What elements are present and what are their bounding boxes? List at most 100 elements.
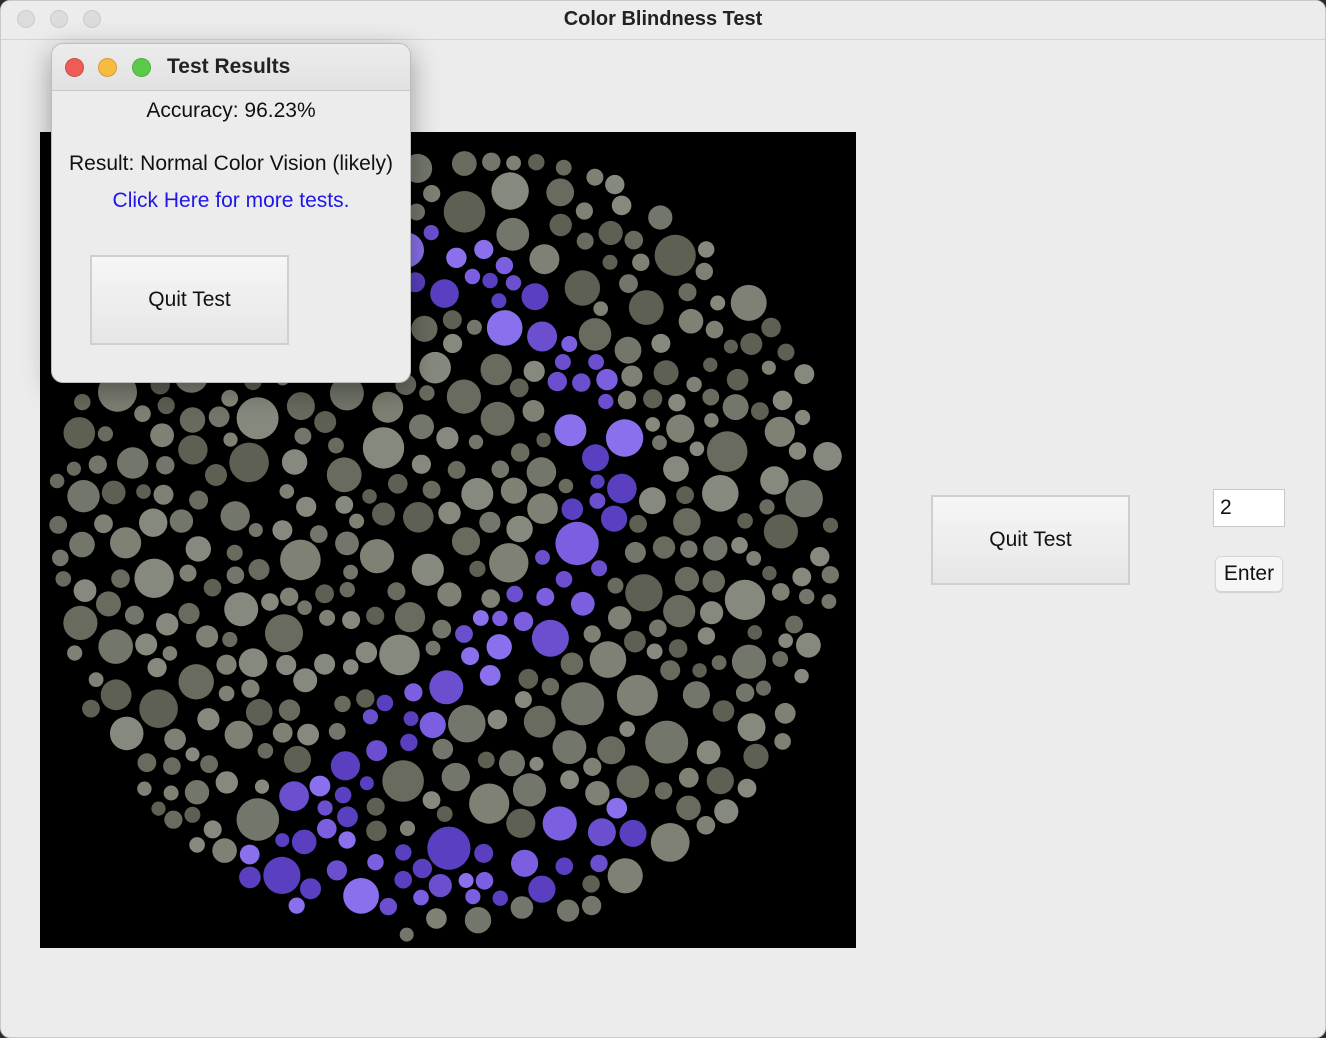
background-dot xyxy=(514,691,532,709)
figure-dot xyxy=(535,550,550,565)
background-dot xyxy=(673,508,701,536)
background-dot xyxy=(74,393,91,411)
background-dot xyxy=(714,799,739,824)
background-dot xyxy=(529,756,544,771)
enter-button[interactable]: Enter xyxy=(1215,556,1283,592)
figure-dot xyxy=(458,873,474,888)
background-dot xyxy=(629,515,647,533)
background-dot xyxy=(536,432,551,448)
background-dot xyxy=(496,217,530,251)
figure-dot xyxy=(263,856,301,895)
background-dot xyxy=(668,639,688,658)
background-dot xyxy=(135,633,158,656)
answer-input[interactable]: 2 xyxy=(1213,489,1285,527)
background-dot xyxy=(652,435,667,451)
background-dot xyxy=(281,449,308,475)
figure-dot xyxy=(300,878,321,900)
figure-dot xyxy=(479,665,501,686)
background-dot xyxy=(319,609,336,626)
background-dot xyxy=(625,574,663,612)
background-dot xyxy=(328,723,346,740)
background-dot xyxy=(499,750,525,777)
figure-dot xyxy=(589,492,606,509)
figure-dot xyxy=(367,854,384,871)
dialog-quit-test-button[interactable]: Quit Test xyxy=(90,255,289,345)
background-dot xyxy=(153,484,174,505)
background-dot xyxy=(735,683,755,702)
figure-dot xyxy=(555,857,574,876)
background-dot xyxy=(523,360,545,382)
background-dot xyxy=(109,716,144,751)
background-dot xyxy=(366,797,385,816)
background-dot xyxy=(436,806,453,822)
background-dot xyxy=(443,333,463,354)
dialog-zoom-button[interactable] xyxy=(132,58,151,77)
figure-dot xyxy=(572,373,591,392)
figure-dot xyxy=(461,647,480,666)
background-dot xyxy=(310,525,328,543)
background-dot xyxy=(558,478,574,494)
figure-dot xyxy=(492,890,508,906)
background-dot xyxy=(480,353,512,386)
dialog-title-bar: Test Results xyxy=(52,44,410,91)
background-dot xyxy=(481,589,501,608)
background-dot xyxy=(821,566,839,584)
background-dot xyxy=(510,443,530,462)
background-dot xyxy=(278,699,301,721)
background-dot xyxy=(156,456,175,475)
background-dot xyxy=(822,517,839,533)
figure-dot xyxy=(309,775,331,797)
background-dot xyxy=(137,753,157,773)
background-dot xyxy=(362,489,377,504)
background-dot xyxy=(280,539,321,581)
background-dot xyxy=(163,785,179,801)
background-dot xyxy=(468,434,484,450)
figure-dot xyxy=(547,371,567,392)
background-dot xyxy=(218,685,235,702)
dialog-close-button[interactable] xyxy=(65,58,84,77)
background-dot xyxy=(216,654,237,675)
figure-dot xyxy=(554,414,587,447)
background-dot xyxy=(229,442,269,483)
figure-dot xyxy=(511,849,539,877)
background-dot xyxy=(510,896,534,919)
figure-dot xyxy=(338,831,356,849)
background-dot xyxy=(697,627,716,645)
background-dot xyxy=(257,743,274,759)
figure-dot xyxy=(561,336,578,352)
background-dot xyxy=(66,461,81,476)
background-dot xyxy=(69,531,95,558)
figure-dot xyxy=(413,889,429,906)
background-dot xyxy=(342,659,359,675)
background-dot xyxy=(117,447,149,479)
background-dot xyxy=(586,168,604,186)
background-dot xyxy=(527,493,558,524)
background-dot xyxy=(643,389,663,409)
background-dot xyxy=(403,502,434,533)
background-dot xyxy=(343,564,358,580)
background-dot xyxy=(560,770,579,790)
figure-dot xyxy=(596,368,618,391)
figure-dot xyxy=(587,818,616,847)
quit-test-button[interactable]: Quit Test xyxy=(931,495,1130,585)
background-dot xyxy=(326,457,362,493)
background-dot xyxy=(764,416,795,447)
background-dot xyxy=(314,653,336,675)
background-dot xyxy=(366,820,387,841)
background-dot xyxy=(616,674,658,716)
dialog-title: Test Results xyxy=(167,55,291,78)
more-tests-link[interactable]: Click Here for more tests. xyxy=(52,189,410,213)
background-dot xyxy=(179,407,206,433)
background-dot xyxy=(284,745,311,773)
background-dot xyxy=(761,360,776,375)
figure-dot xyxy=(239,866,261,889)
background-dot xyxy=(598,220,623,246)
figure-dot xyxy=(590,854,608,873)
background-dot xyxy=(101,480,126,505)
dialog-minimize-button[interactable] xyxy=(98,58,117,77)
background-dot xyxy=(564,270,601,306)
background-dot xyxy=(315,584,334,604)
background-dot xyxy=(648,205,673,230)
background-dot xyxy=(134,558,174,598)
background-dot xyxy=(650,823,690,862)
